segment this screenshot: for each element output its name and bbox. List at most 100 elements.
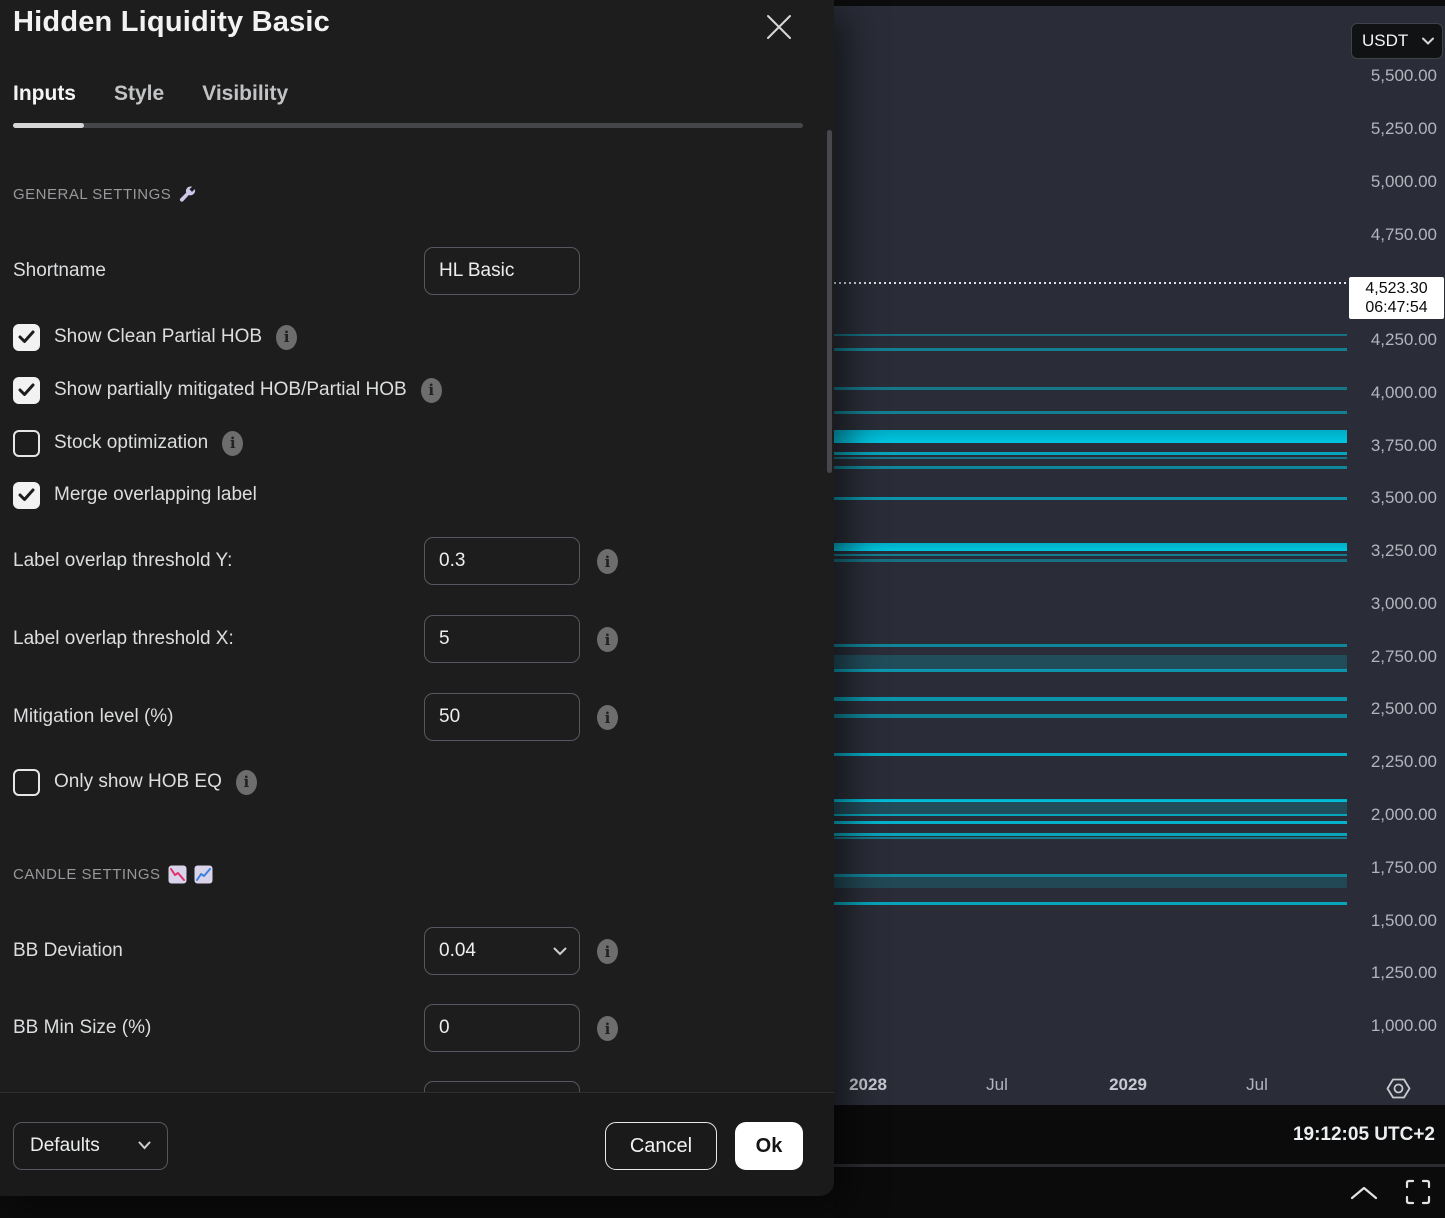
chevron-down-icon [1422,32,1434,50]
field-label: BB Min Size (%) [13,1004,151,1052]
timescale-settings-icon[interactable] [1384,1074,1412,1102]
info-icon[interactable]: i [276,325,297,350]
field-value: 0.3 [439,550,465,572]
price-axis-label: 4,750.00 [1371,225,1437,245]
price-axis-label: 1,750.00 [1371,858,1437,878]
liquidity-level-stripe [834,457,1347,459]
chart-down-icon [168,865,187,884]
chevron-down-icon [553,947,567,956]
price-axis-label: 3,500.00 [1371,488,1437,508]
active-tab-indicator [13,123,84,128]
liquidity-level-stripe [834,655,1347,670]
price-axis-label: 2,750.00 [1371,647,1437,667]
dialog-tabs: Inputs Style Visibility [13,82,288,106]
checkbox-label: Show Clean Partial HOB [54,326,262,348]
field-value: HL Basic [439,260,514,282]
price-axis-label: 1,500.00 [1371,911,1437,931]
defaults-dropdown[interactable]: Defaults [13,1122,168,1170]
checkbox[interactable] [13,377,40,404]
price-marker-label: 4,523.30 06:47:54 [1349,277,1444,319]
close-icon[interactable] [762,10,796,44]
field-value: 5 [439,628,450,650]
currency-dropdown-label: USDT [1362,31,1408,51]
price-axis-label: 2,000.00 [1371,805,1437,825]
price-axis-label: 5,000.00 [1371,172,1437,192]
price-axis-label: 5,250.00 [1371,119,1437,139]
cancel-button[interactable]: Cancel [605,1122,717,1170]
checkbox-label: Merge overlapping label [54,484,257,506]
dialog-title: Hidden Liquidity Basic [13,6,330,39]
field-value: 50 [439,706,460,728]
input-field[interactable]: 50 [424,693,580,741]
dialog-scrollbar-thumb[interactable] [827,130,832,473]
liquidity-level-stripe [834,411,1347,414]
bottom-toolbar [834,1167,1445,1218]
price-axis-label: 1,000.00 [1371,1016,1437,1036]
info-icon[interactable]: i [597,1016,618,1041]
price-axis-label: 2,500.00 [1371,699,1437,719]
chevron-down-icon [138,1137,151,1155]
info-icon[interactable]: i [222,431,243,456]
checkbox[interactable] [13,769,40,796]
liquidity-level-stripe [834,837,1347,839]
price-marker-price: 4,523.30 [1365,279,1427,298]
chart-region: 5,500.00 5,250.00 5,000.00 4,750.00 4,250.00… [834,0,1445,1218]
info-icon[interactable]: i [597,939,618,964]
info-icon[interactable]: i [597,627,618,652]
liquidity-level-stripe [834,466,1347,469]
fullscreen-icon[interactable] [1403,1177,1433,1207]
input-field[interactable]: HL Basic [424,247,580,295]
liquidity-level-stripe [834,753,1347,756]
liquidity-level-stripe [834,348,1347,351]
section-header: CANDLE SETTINGS [13,865,213,884]
checkbox-row: Show Clean Partial HOB i [13,323,297,351]
time-axis-label: Jul [986,1075,1008,1095]
liquidity-level-stripe [834,334,1347,336]
defaults-dropdown-label: Defaults [30,1135,100,1157]
liquidity-level-stripe [834,497,1347,500]
chart-up-icon [194,865,213,884]
chevron-up-icon[interactable] [1349,1181,1379,1205]
field-label: BB Deviation [13,927,123,975]
tab-visibility[interactable]: Visibility [202,82,288,106]
ok-button[interactable]: Ok [735,1122,803,1170]
current-price-dotted-line [834,282,1349,284]
info-icon[interactable]: i [421,378,442,403]
select-field[interactable]: 0.04 [424,927,580,975]
checkbox-row: Stock optimization i [13,429,243,457]
liquidity-level-stripe [834,543,1347,551]
price-axis-label: 4,000.00 [1371,383,1437,403]
price-axis-label: 3,250.00 [1371,541,1437,561]
liquidity-level-stripe [834,669,1347,672]
checkbox[interactable] [13,482,40,509]
price-axis-label: 3,750.00 [1371,436,1437,456]
checkbox-label: Stock optimization [54,432,208,454]
info-icon[interactable]: i [597,705,618,730]
tab-inputs[interactable]: Inputs [13,82,76,106]
checkbox[interactable] [13,430,40,457]
status-bar: 19:12:05 UTC+2 [834,1105,1445,1164]
tab-style[interactable]: Style [114,82,164,106]
indicator-settings-dialog: Hidden Liquidity Basic Inputs Style Visibi… [0,0,834,1195]
input-field[interactable]: 0.3 [424,537,580,585]
input-field[interactable]: 0 [424,1004,580,1052]
field-label: Label overlap threshold X: [13,615,234,663]
status-clock[interactable]: 19:12:05 UTC+2 [1293,1124,1435,1146]
liquidity-level-stripe [834,559,1347,562]
info-icon[interactable]: i [236,770,257,795]
currency-dropdown[interactable]: USDT [1351,23,1443,59]
liquidity-level-stripe [834,452,1347,455]
price-axis-label: 5,500.00 [1371,66,1437,86]
wrench-icon [178,185,196,203]
price-axis-label: 1,250.00 [1371,963,1437,983]
price-axis-label: 4,250.00 [1371,330,1437,350]
checkbox[interactable] [13,324,40,351]
input-field[interactable]: 5 [424,615,580,663]
checkbox-label: Show partially mitigated HOB/Partial HOB [54,379,407,401]
liquidity-level-stripe [834,714,1347,718]
info-icon[interactable]: i [597,549,618,574]
liquidity-level-stripe [834,902,1347,905]
time-axis-label: Jul [1246,1075,1268,1095]
liquidity-level-stripe [834,387,1347,390]
checkbox-row: Only show HOB EQi [13,768,257,796]
